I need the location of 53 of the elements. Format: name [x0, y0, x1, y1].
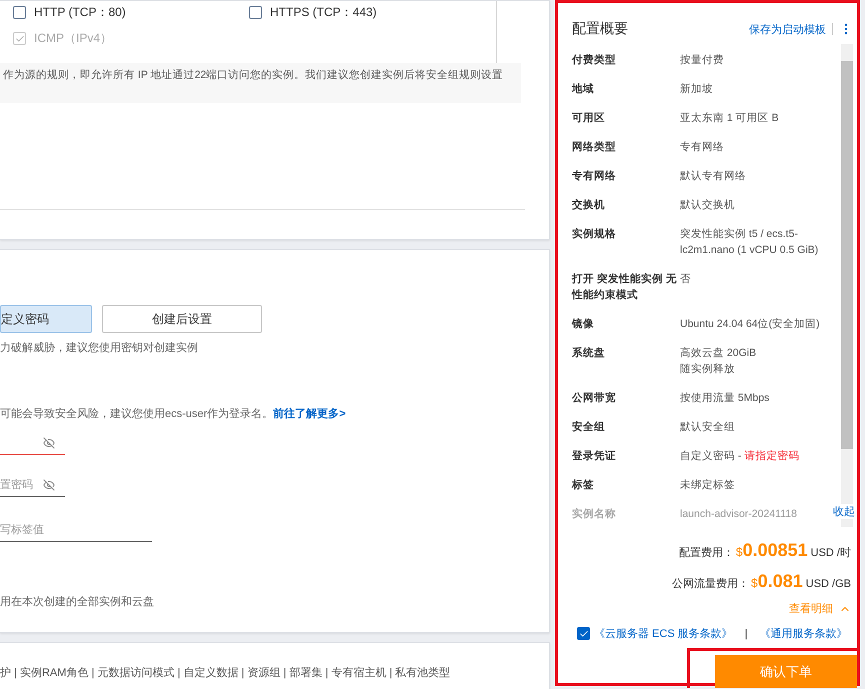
summary-value: 默认安全组: [680, 420, 736, 435]
summary-value: launch-advisor-20241118: [680, 507, 798, 522]
terms-link[interactable]: 《云服务器 ECS 服务条款》: [594, 626, 733, 641]
summary-value: 新加坡: [680, 82, 714, 97]
summary-label: 地域: [572, 82, 595, 97]
summary-value: 否: [680, 272, 692, 287]
security-note: 作为源的规则，即允许所有 IP 地址通过22端口访问您的实例。我们建议您创建实例后将安全组规则设置: [0, 63, 522, 103]
summary-label: 登录凭证: [572, 449, 617, 464]
summary-label: 安全组: [572, 420, 606, 435]
fee-line: 公网流量费用： $0.081 USD /GB: [672, 570, 851, 593]
eye-off-icon[interactable]: [43, 478, 55, 490]
checkbox-option[interactable]: HTTPS (TCP：443): [249, 4, 485, 21]
tag-hint: 用在本次创建的全部实例和云盘: [0, 594, 155, 609]
summary-label: 标签: [572, 478, 595, 493]
mode-tab[interactable]: 创建后设置: [102, 305, 262, 333]
username-hint: 可能会导致安全风险，建议您使用ecs-user作为登录名。前往了解更多>: [0, 406, 347, 421]
learn-more-link[interactable]: 前往了解更多>: [273, 408, 346, 420]
summary-label: 镜像: [572, 317, 595, 332]
summary-value: 默认专有网络: [680, 169, 747, 184]
summary-label: 系统盘: [572, 346, 606, 361]
summary-value: 自定义密码 - 请指定密码: [680, 449, 800, 464]
summary-value: 专有网络: [680, 140, 725, 155]
summary-value: 突发性能实例 t5 / ecs.t5-lc2m1.nano (1 vCPU 0.5 GiB): [680, 227, 820, 258]
summary-value: Ubuntu 24.04 64位(安全加固): [680, 317, 821, 332]
summary-label: 付费类型: [572, 53, 617, 68]
separator: |: [744, 628, 748, 640]
check-icon: [578, 628, 588, 638]
summary-value: 按使用流量 5Mbps: [680, 391, 770, 406]
summary-label: 打开 突发性能实例 无性能约束模式: [572, 272, 678, 303]
summary-value: 按量付费: [680, 53, 725, 68]
mode-hint: 力破解威胁，建议您使用密钥对创建实例: [0, 340, 199, 355]
checkbox-option[interactable]: HTTP (TCP：80): [13, 4, 249, 21]
eye-off-icon[interactable]: [43, 436, 55, 448]
terms-checkbox[interactable]: [577, 627, 590, 640]
check-icon: [14, 34, 24, 44]
summary-value: 默认交换机: [680, 198, 736, 213]
advanced-options-text: 护 | 实例RAM角色 | 元数据访问模式 | 自定义数据 | 资源组 | 部署集 | 专有宿主机 | 私有池类型: [0, 666, 452, 680]
terms-link[interactable]: 《通用服务条款》: [760, 626, 848, 641]
summary-label: 实例名称: [572, 506, 617, 522]
summary-label: 交换机: [572, 198, 606, 213]
summary-label: 公网带宽: [572, 390, 617, 406]
summary-title: 配置概要: [572, 20, 629, 38]
summary-label: 可用区: [572, 111, 606, 126]
collapse-link[interactable]: 收起: [833, 504, 855, 519]
summary-label: 网络类型: [572, 140, 617, 155]
mode-tab[interactable]: 定义密码: [0, 305, 92, 333]
summary-value: 未绑定标签: [680, 478, 736, 493]
summary-value: 高效云盘 20GiB 随实例释放: [680, 346, 758, 377]
summary-label: 专有网络: [572, 169, 617, 184]
summary-label: 实例规格: [572, 226, 617, 242]
fee-line: 配置费用： $0.00851 USD /时: [678, 539, 851, 562]
save-template-link[interactable]: 保存为启动模板: [749, 22, 826, 36]
summary-value: 亚太东南 1 可用区 B: [680, 111, 780, 126]
